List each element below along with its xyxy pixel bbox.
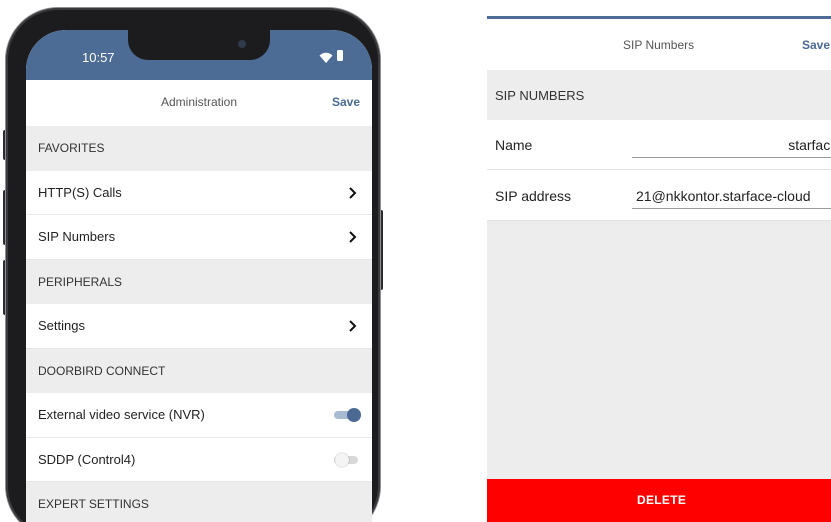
delete-button-label: DELETE (637, 493, 687, 507)
section-header-expert-settings: EXPERT SETTINGS (26, 482, 372, 522)
list-item-label: External video service (NVR) (38, 407, 205, 423)
sddp-toggle[interactable] (334, 452, 362, 467)
list-item-label: HTTP(S) Calls (38, 184, 122, 200)
chevron-right-icon (349, 231, 357, 243)
list-item-sip-numbers[interactable]: SIP Numbers (26, 215, 372, 260)
section-label: DOORBIRD CONNECT (38, 363, 166, 378)
section-label: SIP NUMBERS (495, 87, 585, 103)
list-item-label: SIP Numbers (38, 229, 116, 245)
list-item-settings[interactable]: Settings (26, 304, 372, 349)
section-header-sip-numbers: SIP NUMBERS (487, 70, 831, 120)
status-time: 10:57 (82, 50, 115, 65)
name-label: Name (495, 137, 533, 153)
save-button[interactable]: Save (332, 95, 360, 109)
nav-bar: Administration Save (26, 80, 372, 126)
front-camera-icon (238, 40, 246, 48)
section-label: EXPERT SETTINGS (38, 497, 149, 512)
status-bar: 10:57 (26, 30, 372, 80)
delete-button[interactable]: DELETE (487, 479, 831, 522)
chevron-right-icon (349, 320, 357, 332)
name-field[interactable] (632, 132, 831, 158)
list-item-label: SDDP (Control4) (38, 451, 136, 467)
list-item-label: Settings (38, 318, 85, 334)
section-label: PERIPHERALS (38, 274, 123, 289)
section-header-peripherals: PERIPHERALS (26, 259, 372, 304)
list-item-external-video-service: External video service (NVR) (26, 393, 372, 438)
list-item-sddp-control4: SDDP (Control4) (26, 437, 372, 482)
page-title: SIP Numbers (623, 38, 695, 52)
section-label: FAVORITES (38, 141, 105, 156)
list-item-https-calls[interactable]: HTTP(S) Calls (26, 170, 372, 215)
save-button[interactable]: Save (802, 38, 830, 52)
phone-mockup: 10:57 Administration Save FAVORITES HTTP (0, 0, 386, 522)
battery-icon (337, 50, 343, 61)
camera-notch (128, 30, 270, 60)
sip-address-label: SIP address (495, 188, 572, 204)
name-field-row: Name (487, 120, 831, 170)
external-video-service-toggle[interactable] (334, 408, 362, 422)
nav-bar: SIP Numbers Save (487, 19, 831, 70)
section-header-favorites: FAVORITES (26, 126, 372, 171)
sip-address-field[interactable] (632, 183, 831, 209)
page-title: Administration (160, 95, 238, 109)
settings-list: FAVORITES HTTP(S) Calls SIP Numbers PERI… (26, 126, 372, 522)
phone-frame: 10:57 Administration Save FAVORITES HTTP (6, 8, 380, 522)
sip-numbers-screen: SIP Numbers Save SIP NUMBERS Name SIP ad… (487, 16, 831, 522)
toggle-knob (347, 408, 361, 422)
empty-content-area (487, 221, 831, 479)
sip-address-field-row: SIP address (487, 171, 831, 221)
chevron-right-icon (349, 186, 357, 199)
section-header-doorbird-connect: DOORBIRD CONNECT (26, 348, 372, 393)
toggle-knob (335, 452, 349, 467)
wifi-icon (319, 52, 333, 63)
phone-screen: 10:57 Administration Save FAVORITES HTTP (26, 30, 372, 522)
